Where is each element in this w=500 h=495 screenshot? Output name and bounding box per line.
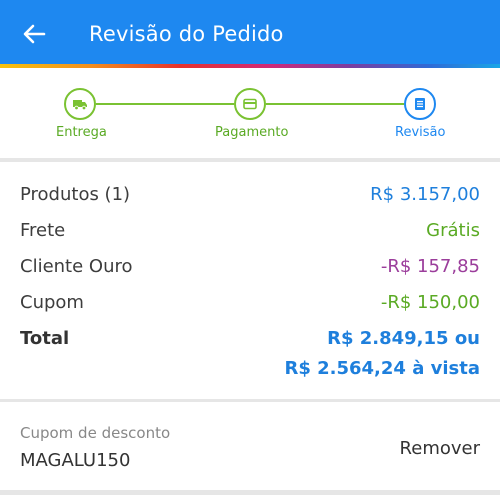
step-label-pagamento: Pagamento [215,125,289,140]
step-connector [266,103,404,105]
products-label: Produtos (1) [20,184,131,205]
coupon-code: MAGALU150 [20,450,131,471]
step-revisao[interactable] [404,88,436,120]
step-label-revisao: Revisão [395,125,446,140]
coupon-section: Cupom de desconto MAGALU150 Remover [0,402,500,490]
remove-coupon-button[interactable]: Remover [400,438,480,459]
app-bar: Revisão do Pedido [0,0,500,64]
arrow-left-icon [23,24,46,44]
total-cash-value: R$ 2.564,24 à vista [284,358,480,379]
total-label: Total [20,328,70,349]
products-value: R$ 3.157,00 [370,184,480,205]
step-connector [96,103,234,105]
truck-icon [73,100,87,111]
shipping-value: Grátis [426,220,480,241]
step-pagamento[interactable] [234,88,266,120]
coupon-label: Cupom [20,292,84,313]
back-button[interactable] [20,20,48,48]
page-title: Revisão do Pedido [89,22,284,46]
coupon-caption: Cupom de desconto [20,424,171,442]
coupon-value: -R$ 150,00 [380,292,480,313]
gold-client-value: -R$ 157,85 [380,256,480,277]
order-summary: Produtos (1) R$ 3.157,00 Frete Grátis Cl… [0,162,500,399]
shipping-label: Frete [20,220,66,241]
divider [0,490,500,495]
gold-client-label: Cliente Ouro [20,256,133,277]
total-value: R$ 2.849,15 ou [327,328,480,349]
checkout-stepper: Entrega Pagamento Revisão [0,68,500,160]
step-entrega[interactable] [64,88,96,120]
document-icon [415,98,425,110]
step-label-entrega: Entrega [56,125,107,140]
card-icon [243,98,257,110]
